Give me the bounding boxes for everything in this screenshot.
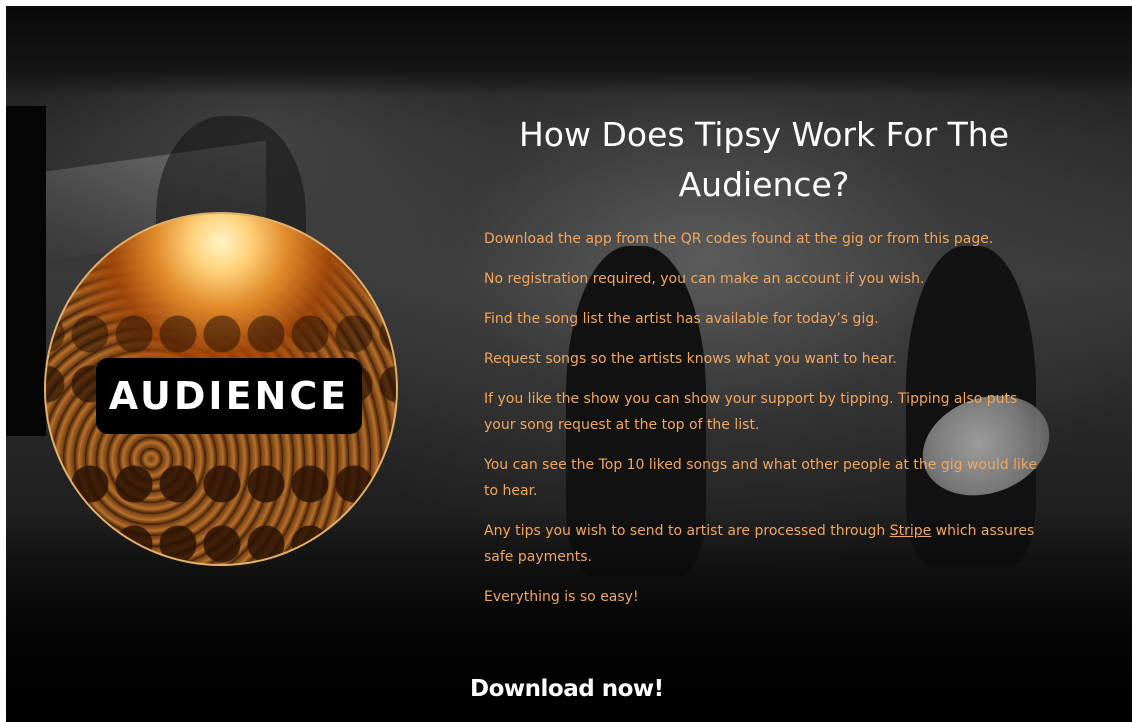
stage-speaker [6,106,46,436]
stripe-text-before: Any tips you wish to send to artist are … [484,523,890,539]
badge-label: AUDIENCE [108,374,350,418]
step-paragraph: You can see the Top 10 liked songs and w… [484,457,1038,499]
audience-badge-image: AUDIENCE [44,212,398,566]
step-paragraph: Request songs so the artists knows what … [484,351,897,367]
audience-section: AUDIENCE How Does Tipsy Work For The Aud… [6,6,1132,722]
closing-paragraph: Everything is so easy! [484,589,639,605]
step-paragraph: No registration required, you can make a… [484,271,925,287]
stripe-link[interactable]: Stripe [890,523,932,539]
section-title: How Does Tipsy Work For The Audience? [518,115,1010,204]
badge-label-box: AUDIENCE [96,358,362,434]
step-paragraph: Find the song list the artist has availa… [484,311,879,327]
stage-curtain [6,6,1132,96]
download-now-link[interactable]: Download now! [470,672,664,706]
content-column: How Does Tipsy Work For The Audience? Do… [484,110,1044,624]
crowd-row [46,504,396,564]
step-paragraph: Download the app from the QR codes found… [484,231,994,247]
step-paragraph: If you like the show you can show your s… [484,391,1018,433]
stripe-paragraph: Any tips you wish to send to artist are … [484,518,1044,570]
